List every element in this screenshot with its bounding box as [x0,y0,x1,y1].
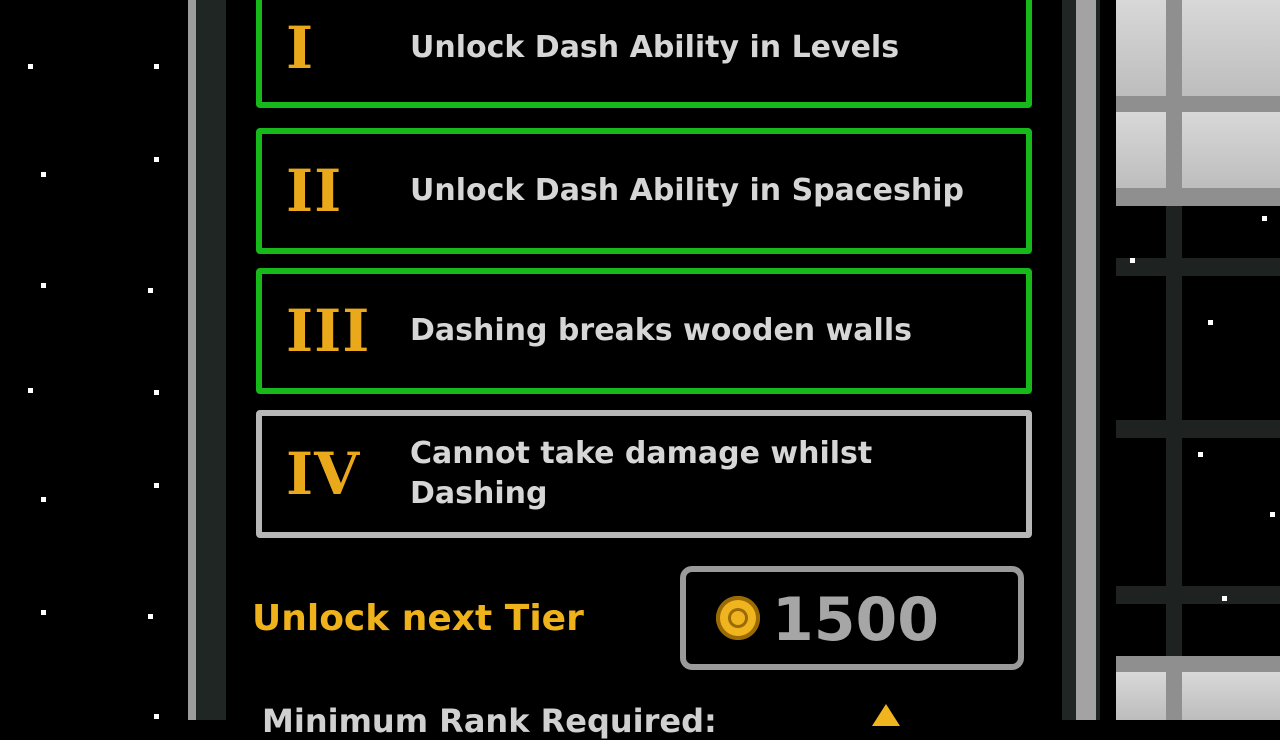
tier-card-2[interactable]: II Unlock Dash Ability in Spaceship [256,128,1032,254]
rank-icon [872,704,900,726]
star [28,64,33,69]
star [1208,320,1213,325]
star [41,172,46,177]
tier-numeral: II [286,157,343,225]
star [148,614,153,619]
panel-rail-right-edge [1096,0,1100,720]
star [41,610,46,615]
star [154,64,159,69]
star [41,283,46,288]
star [154,483,159,488]
panel-rail-right-outer [1076,0,1096,720]
tier-description: Cannot take damage whilst Dashing [410,436,873,511]
star [154,390,159,395]
unlock-cost-value: 1500 [772,585,939,655]
tier-description: Unlock Dash Ability in Levels [410,30,900,65]
star [154,157,159,162]
tier-card-1[interactable]: I Unlock Dash Ability in Levels [256,0,1032,108]
star [1262,216,1267,221]
tier-card-3[interactable]: III Dashing breaks wooden walls [256,268,1032,394]
tier-card-4[interactable]: IV Cannot take damage whilst Dashing [256,410,1032,538]
minimum-rank-label: Minimum Rank Required: [262,702,717,740]
unlock-cost-button[interactable]: 1500 [680,566,1024,670]
star [28,388,33,393]
coin-icon [716,596,760,640]
star [1130,258,1135,263]
tier-numeral: I [286,14,315,82]
tier-numeral: IV [286,440,361,508]
star [1222,596,1227,601]
tier-description: Dashing breaks wooden walls [410,313,912,348]
star [148,288,153,293]
panel-rail-left [196,0,226,720]
tier-description: Unlock Dash Ability in Spaceship [410,173,964,208]
star [1270,512,1275,517]
star [1198,452,1203,457]
star [154,714,159,719]
tier-numeral: III [286,297,371,365]
unlock-next-tier-label: Unlock next Tier [252,598,584,639]
window-grid-decoration [1116,0,1280,720]
panel-rail-right [1062,0,1076,720]
star [41,497,46,502]
